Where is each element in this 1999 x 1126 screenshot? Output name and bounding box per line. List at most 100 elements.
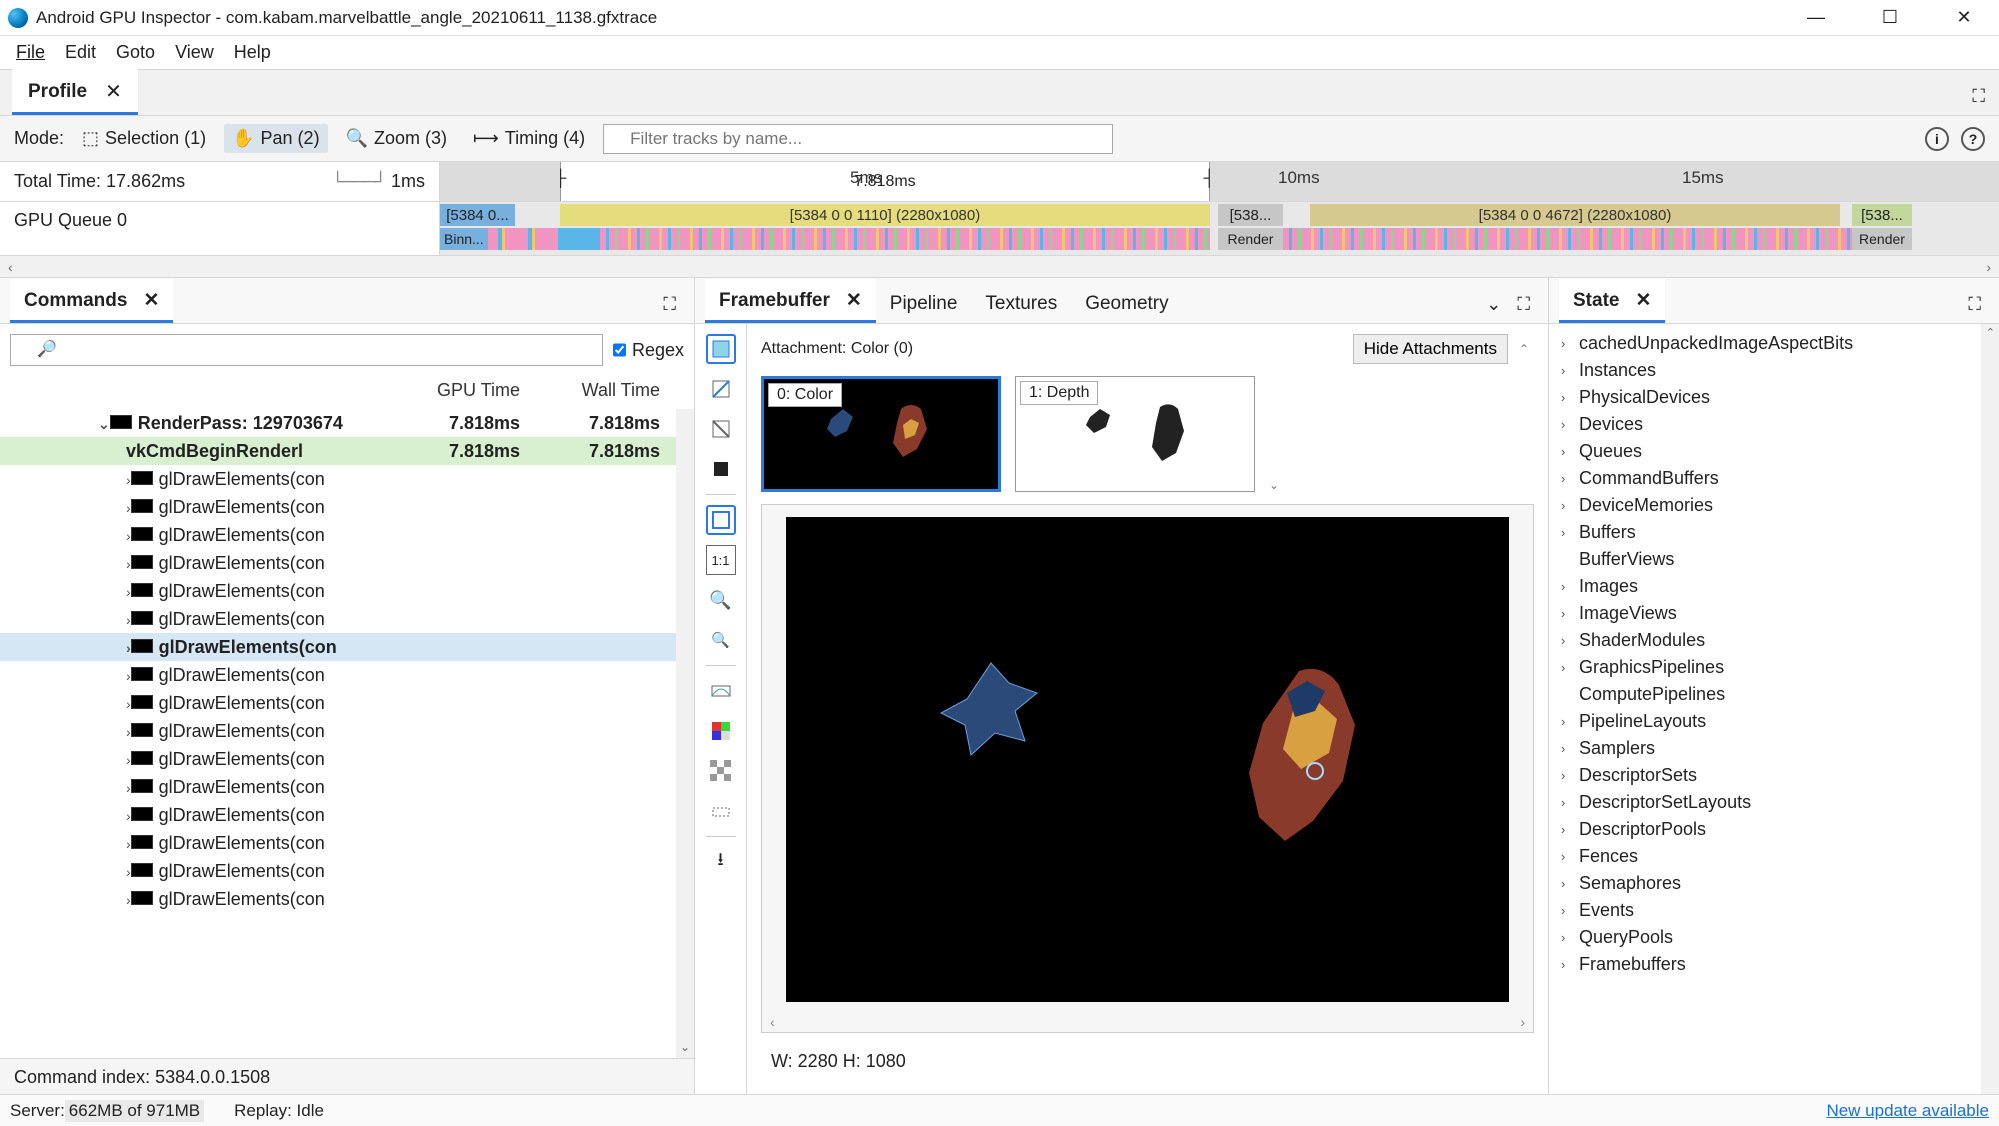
command-row[interactable]: ›glDrawElements(con	[0, 857, 694, 885]
state-item[interactable]: ›cachedUnpackedImageAspectBits	[1549, 330, 1999, 357]
window-maximize[interactable]: ☐	[1867, 3, 1913, 33]
fullscreen-icon[interactable]: ⛶	[1972, 86, 1985, 107]
command-row[interactable]: ›glDrawElements(con	[0, 605, 694, 633]
fb-tool-checker-icon[interactable]	[706, 756, 736, 786]
fb-tool-solid-icon[interactable]	[706, 454, 736, 484]
state-item[interactable]: ›Semaphores	[1549, 870, 1999, 897]
state-item[interactable]: ›Framebuffers	[1549, 951, 1999, 978]
fb-viewport[interactable]: ‹›	[761, 504, 1534, 1033]
tab-pipeline[interactable]: Pipeline	[876, 283, 972, 323]
mode-selection[interactable]: ⬚ Selection (1)	[74, 124, 214, 153]
state-tab[interactable]: State ✕	[1559, 279, 1665, 323]
state-item[interactable]: ›Queues	[1549, 438, 1999, 465]
menu-help[interactable]: Help	[224, 38, 281, 67]
state-item[interactable]: ›Events	[1549, 897, 1999, 924]
tab-profile-close-icon[interactable]: ✕	[105, 79, 122, 104]
fb-tool-fit-icon[interactable]	[706, 505, 736, 535]
hide-attachments-button[interactable]: Hide Attachments	[1353, 334, 1508, 364]
info-icon[interactable]: i	[1925, 127, 1949, 151]
state-item[interactable]: ›DescriptorSets	[1549, 762, 1999, 789]
thumbs-scroll-up-icon[interactable]: ⌃	[1514, 342, 1534, 356]
command-row[interactable]: ›glDrawElements(con	[0, 633, 694, 661]
state-item[interactable]: ›DescriptorPools	[1549, 816, 1999, 843]
state-item[interactable]: ›PipelineLayouts	[1549, 708, 1999, 735]
block-render-1-sub[interactable]: Render	[1218, 228, 1283, 250]
state-item[interactable]: BufferViews	[1549, 546, 1999, 573]
fb-tool-channels-icon[interactable]	[706, 716, 736, 746]
help-icon[interactable]: ?	[1961, 127, 1985, 151]
update-link[interactable]: New update available	[1826, 1101, 1989, 1121]
command-row[interactable]: ›glDrawElements(con	[0, 661, 694, 689]
regex-checkbox[interactable]: Regex	[613, 334, 684, 366]
command-row[interactable]: ›glDrawElements(con	[0, 521, 694, 549]
mode-timing[interactable]: ⟼ Timing (4)	[465, 124, 593, 153]
regex-checkbox-input[interactable]	[613, 334, 626, 366]
command-row[interactable]: vkCmdBeginRenderl7.818ms7.818ms	[0, 437, 694, 465]
thumbs-scroll-down-icon[interactable]: ⌄	[1269, 478, 1279, 492]
state-item[interactable]: ›QueryPools	[1549, 924, 1999, 951]
state-item[interactable]: ›Fences	[1549, 843, 1999, 870]
window-minimize[interactable]: —	[1793, 3, 1839, 33]
state-item[interactable]: ›GraphicsPipelines	[1549, 654, 1999, 681]
menu-file[interactable]: File	[6, 38, 55, 67]
timeline-selection[interactable]: ├ 7.818ms ┤	[560, 162, 1210, 201]
commands-search-input[interactable]	[10, 334, 603, 366]
block-bin[interactable]: [5384 0...	[440, 204, 515, 226]
thumb-depth[interactable]: 1: Depth	[1015, 376, 1255, 492]
state-item[interactable]: ›CommandBuffers	[1549, 465, 1999, 492]
block-stripes-2[interactable]	[1283, 228, 1852, 250]
tab-profile[interactable]: Profile ✕	[12, 69, 138, 115]
block-bin-sub[interactable]: Binn...	[440, 228, 488, 250]
state-tab-close-icon[interactable]: ✕	[1635, 289, 1651, 312]
block-big2[interactable]: [5384 0 0 4672] (2280x1080)	[1310, 204, 1840, 226]
mode-pan[interactable]: ✋ Pan (2)	[224, 124, 327, 153]
tab-framebuffer[interactable]: Framebuffer ✕	[705, 279, 876, 323]
state-item[interactable]: ›PhysicalDevices	[1549, 384, 1999, 411]
tabs-dropdown-icon[interactable]: ⌄	[1478, 294, 1509, 323]
menu-view[interactable]: View	[165, 38, 224, 67]
window-close[interactable]: ✕	[1941, 3, 1987, 33]
block-render-1[interactable]: [538...	[1218, 204, 1283, 226]
state-item[interactable]: ›DeviceMemories	[1549, 492, 1999, 519]
fb-tool-zoom-out-icon[interactable]: 🔍	[706, 625, 736, 655]
state-item[interactable]: ›Buffers	[1549, 519, 1999, 546]
commands-fullscreen-icon[interactable]: ⛶	[655, 294, 684, 323]
tab-geometry[interactable]: Geometry	[1071, 283, 1182, 323]
filter-tracks-input[interactable]	[603, 124, 1113, 154]
state-item[interactable]: ›Instances	[1549, 357, 1999, 384]
block-main-yellow[interactable]: [5384 0 0 1110] (2280x1080)	[560, 204, 1210, 226]
state-item[interactable]: ›ShaderModules	[1549, 627, 1999, 654]
tab-textures[interactable]: Textures	[971, 283, 1071, 323]
state-item[interactable]: ›Samplers	[1549, 735, 1999, 762]
state-scrollbar[interactable]: ⌃	[1981, 324, 1999, 1094]
command-row[interactable]: ›glDrawElements(con	[0, 717, 694, 745]
fb-tool-zoom-in-icon[interactable]: 🔍	[706, 585, 736, 615]
command-row[interactable]: ›glDrawElements(con	[0, 689, 694, 717]
state-item[interactable]: ›Images	[1549, 573, 1999, 600]
menu-edit[interactable]: Edit	[55, 38, 106, 67]
thumb-color[interactable]: 0: Color	[761, 376, 1001, 492]
fb-hscroll[interactable]: ‹›	[762, 1014, 1533, 1032]
state-fullscreen-icon[interactable]: ⛶	[1960, 294, 1989, 323]
commands-tab-close-icon[interactable]: ✕	[143, 289, 159, 312]
command-row[interactable]: ›glDrawElements(con	[0, 493, 694, 521]
state-item[interactable]: ›ImageViews	[1549, 600, 1999, 627]
command-row[interactable]: ›glDrawElements(con	[0, 829, 694, 857]
command-row[interactable]: ⌄RenderPass: 1297036747.818ms7.818ms	[0, 409, 694, 437]
command-row[interactable]: ›glDrawElements(con	[0, 885, 694, 913]
fb-tool-crop-icon[interactable]	[706, 796, 736, 826]
timeline-hscroll[interactable]: ‹›	[0, 256, 1999, 278]
command-row[interactable]: ›glDrawElements(con	[0, 549, 694, 577]
menu-goto[interactable]: Goto	[106, 38, 165, 67]
fb-fullscreen-icon[interactable]: ⛶	[1509, 294, 1538, 323]
tab-framebuffer-close-icon[interactable]: ✕	[846, 289, 862, 312]
command-row[interactable]: ›glDrawElements(con	[0, 745, 694, 773]
fb-tool-diag1-icon[interactable]	[706, 374, 736, 404]
block-blue-sub[interactable]	[560, 228, 600, 250]
state-item[interactable]: ComputePipelines	[1549, 681, 1999, 708]
fb-canvas[interactable]	[786, 517, 1509, 1002]
block-last-sub[interactable]: Render	[1852, 228, 1912, 250]
block-last[interactable]: [538...	[1852, 204, 1912, 226]
command-row[interactable]: ›glDrawElements(con	[0, 465, 694, 493]
block-stripes-1[interactable]	[600, 228, 1210, 250]
